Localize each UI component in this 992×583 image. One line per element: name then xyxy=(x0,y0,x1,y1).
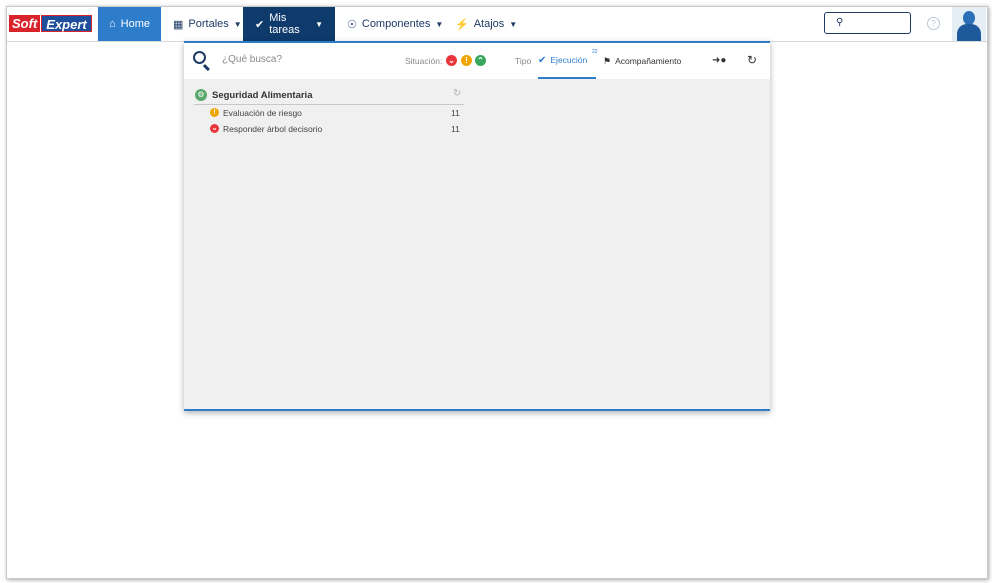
task-label: Responder árbol decisorio xyxy=(223,124,323,134)
situacion-label: Situación: xyxy=(405,56,443,66)
search-icon: ⚲ xyxy=(836,17,844,28)
nav-componentes-label: Componentes xyxy=(361,18,431,30)
app-window: Soft Expert ⌂ Home ▦ Portales ▼ ✔ Mis ta… xyxy=(6,6,988,579)
task-count: 11 xyxy=(451,124,460,134)
status-ontime-filter-icon[interactable]: ⌃ xyxy=(475,55,486,66)
main-nav: ⌂ Home ▦ Portales ▼ ✔ Mis tareas ▼ ☉ Com… xyxy=(98,7,518,41)
avatar-head-shape xyxy=(963,11,975,25)
task-row[interactable]: ! Evaluación de riesgo 11 xyxy=(194,105,464,121)
flag-icon: ⚑ xyxy=(603,55,612,66)
status-warning-icon: ! xyxy=(210,108,219,117)
nav-home-label: Home xyxy=(120,18,150,30)
tab-acompanamiento-label: Acompañamiento xyxy=(615,56,682,66)
logo-soft-text: Soft xyxy=(9,15,41,32)
search-icon xyxy=(193,51,206,64)
status-late-icon: ⌄ xyxy=(210,124,219,133)
task-group-title: Seguridad Alimentaria xyxy=(212,90,313,101)
softexpert-logo[interactable]: Soft Expert xyxy=(9,15,92,32)
task-search-input[interactable] xyxy=(222,54,372,65)
logo-expert-text: Expert xyxy=(41,15,92,32)
nav-home[interactable]: ⌂ Home xyxy=(98,7,161,41)
task-group: ⚙ Seguridad Alimentaria ↻ ! Evaluación d… xyxy=(194,88,464,137)
status-late-filter-icon[interactable]: ⌄ xyxy=(446,55,457,66)
assign-user-icon[interactable]: ➜● xyxy=(712,55,726,66)
top-navbar: Soft Expert ⌂ Home ▦ Portales ▼ ✔ Mis ta… xyxy=(7,7,987,42)
panel-toolbar: Situación: ⌄ ! ⌃ Tipo ✔ Ejecución 22 ⚑ A… xyxy=(184,43,770,79)
task-label: Evaluación de riesgo xyxy=(223,108,302,118)
trophy-icon: ☉ xyxy=(347,18,357,31)
dashboard-icon: ▦ xyxy=(173,18,184,31)
help-icon[interactable]: ? xyxy=(927,17,940,30)
home-icon: ⌂ xyxy=(109,18,116,30)
nav-atajos-label: Atajos xyxy=(473,18,505,30)
global-search-input[interactable]: ⚲ xyxy=(824,12,911,34)
nav-atajos[interactable]: ⚡ Atajos ▼ xyxy=(443,7,518,41)
nav-portales[interactable]: ▦ Portales ▼ xyxy=(161,7,243,41)
chevron-down-icon: ▼ xyxy=(233,19,242,29)
task-row[interactable]: ⌄ Responder árbol decisorio 11 xyxy=(194,121,464,137)
nav-mis-tareas-label: Mis tareas xyxy=(269,12,300,36)
tipo-label: Tipo xyxy=(515,56,532,66)
tasks-dropdown-panel: Situación: ⌄ ! ⌃ Tipo ✔ Ejecución 22 ⚑ A… xyxy=(184,41,770,411)
nav-componentes[interactable]: ☉ Componentes ▼ xyxy=(335,7,443,41)
status-warning-filter-icon[interactable]: ! xyxy=(461,55,472,66)
chevron-down-icon: ▼ xyxy=(315,19,323,29)
process-icon: ⚙ xyxy=(195,89,207,101)
nav-mis-tareas[interactable]: ✔ Mis tareas ▼ xyxy=(243,7,335,41)
nav-portales-label: Portales xyxy=(188,18,229,30)
task-group-header[interactable]: ⚙ Seguridad Alimentaria ↻ xyxy=(194,88,464,105)
check-icon: ✔ xyxy=(538,54,547,66)
group-refresh-icon[interactable]: ↻ xyxy=(453,88,461,99)
avatar-body-shape xyxy=(957,24,981,41)
tab-acompanamiento[interactable]: ⚑ Acompañamiento xyxy=(603,43,681,79)
refresh-icon[interactable]: ↻ xyxy=(747,53,757,67)
task-count: 11 xyxy=(451,108,460,118)
chevron-down-icon: ▼ xyxy=(509,19,518,29)
tab-ejecucion[interactable]: ✔ Ejecución 22 xyxy=(538,43,598,79)
user-avatar[interactable] xyxy=(952,7,986,41)
check-icon: ✔ xyxy=(255,18,265,31)
tab-ejecucion-label: Ejecución xyxy=(550,55,588,65)
lightning-icon: ⚡ xyxy=(455,18,469,31)
tab-ejecucion-badge: 22 xyxy=(592,49,598,55)
